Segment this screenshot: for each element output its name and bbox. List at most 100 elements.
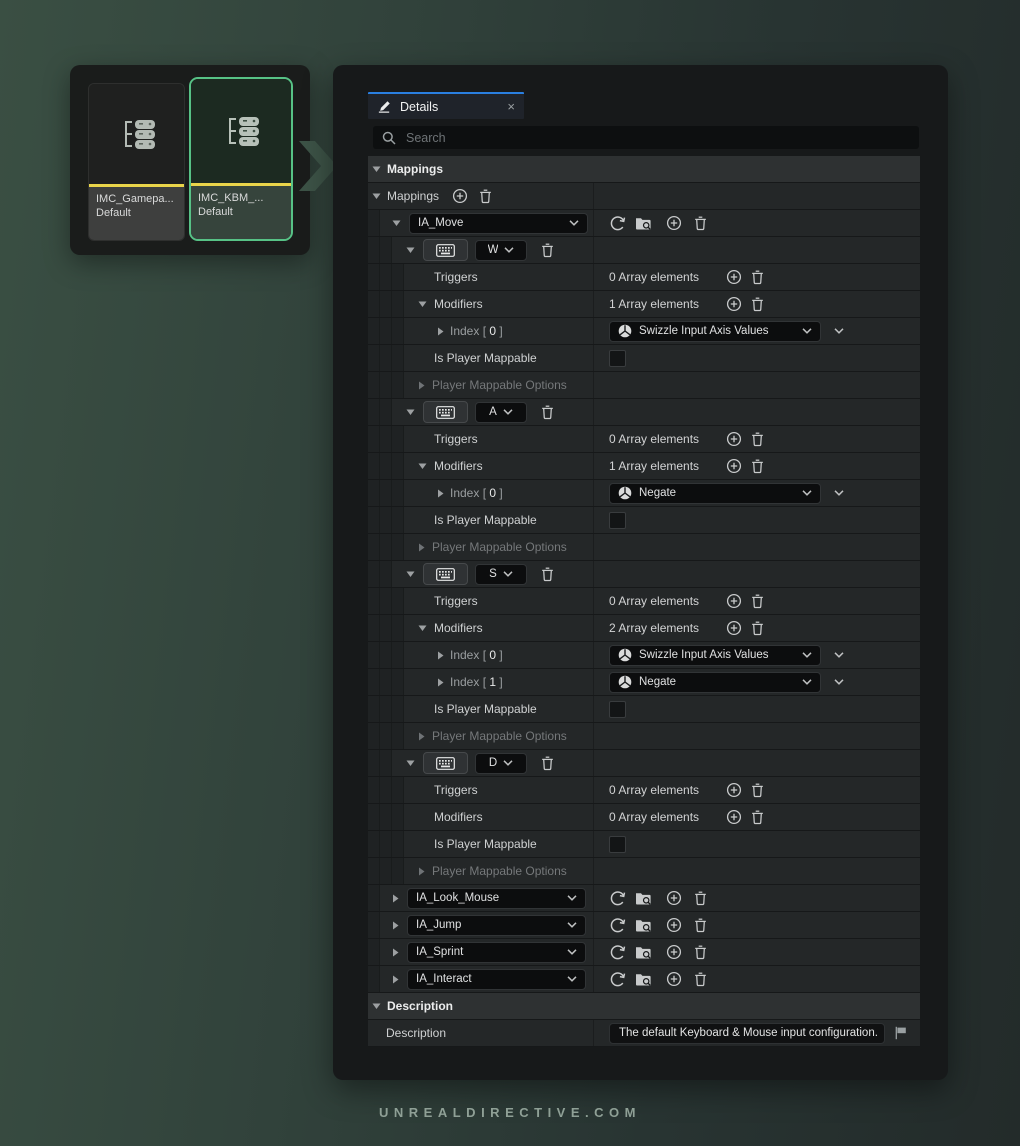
use-selected-asset-button[interactable] — [609, 971, 626, 988]
close-icon[interactable]: × — [507, 100, 515, 113]
delete-mapping-button[interactable] — [694, 891, 707, 906]
array-expander-button[interactable] — [418, 300, 427, 308]
options-expander-button[interactable] — [418, 867, 425, 876]
clear-array-button[interactable] — [751, 783, 764, 798]
key-combobox[interactable]: A — [475, 402, 527, 423]
mapping-expander-button[interactable] — [392, 948, 399, 957]
array-expander-button[interactable] — [418, 624, 427, 632]
add-array-element-button[interactable] — [726, 782, 742, 798]
key-select-button[interactable] — [423, 239, 468, 261]
input-action-combobox[interactable]: IA_Jump — [407, 915, 586, 936]
mapping-expander-button[interactable] — [392, 921, 399, 930]
add-array-element-button[interactable] — [726, 620, 742, 636]
options-expander-button[interactable] — [418, 732, 425, 741]
key-select-button[interactable] — [423, 401, 468, 423]
expand-details-button[interactable] — [834, 679, 844, 685]
keyboard-icon — [436, 568, 455, 581]
delete-key-button[interactable] — [541, 243, 554, 258]
use-selected-asset-button[interactable] — [609, 215, 626, 232]
clear-array-button[interactable] — [751, 270, 764, 285]
delete-mapping-button[interactable] — [694, 945, 707, 960]
index-expander-button[interactable] — [437, 489, 444, 498]
delete-mapping-button[interactable] — [694, 216, 707, 231]
expand-details-button[interactable] — [834, 490, 844, 496]
options-expander-button[interactable] — [418, 543, 425, 552]
is-player-mappable-checkbox[interactable] — [609, 350, 626, 367]
mappings-expander-button[interactable] — [372, 192, 381, 200]
modifier-class-combobox[interactable]: Negate — [609, 672, 821, 693]
input-action-combobox[interactable]: IA_Look_Mouse — [407, 888, 586, 909]
key-select-button[interactable] — [423, 563, 468, 585]
delete-key-button[interactable] — [541, 567, 554, 582]
localization-button[interactable] — [894, 1026, 908, 1040]
expand-details-button[interactable] — [834, 328, 844, 334]
input-action-combobox[interactable]: IA_Interact — [407, 969, 586, 990]
use-selected-asset-button[interactable] — [609, 944, 626, 961]
search-input[interactable] — [404, 130, 910, 146]
add-array-element-button[interactable] — [726, 809, 742, 825]
clear-array-button[interactable] — [751, 432, 764, 447]
asset-card-imc-gamepad[interactable]: IMC_Gamepa... Default — [88, 83, 185, 241]
index-expander-button[interactable] — [437, 678, 444, 687]
input-action-combobox[interactable]: IA_Move — [409, 213, 588, 234]
index-expander-button[interactable] — [437, 651, 444, 660]
modifier-class-combobox[interactable]: Swizzle Input Axis Values — [609, 321, 821, 342]
clear-array-button[interactable] — [751, 594, 764, 609]
delete-mapping-button[interactable] — [694, 972, 707, 987]
clear-array-button[interactable] — [751, 459, 764, 474]
key-expander-button[interactable] — [406, 570, 415, 578]
use-selected-asset-button[interactable] — [609, 890, 626, 907]
add-key-mapping-button[interactable] — [666, 917, 682, 933]
modifier-class-combobox[interactable]: Negate — [609, 483, 821, 504]
browse-to-asset-button[interactable] — [635, 945, 652, 960]
key-combobox[interactable]: D — [475, 753, 527, 774]
add-key-mapping-button[interactable] — [666, 944, 682, 960]
clear-array-button[interactable] — [751, 621, 764, 636]
key-expander-button[interactable] — [406, 408, 415, 416]
browse-to-asset-button[interactable] — [635, 891, 652, 906]
use-selected-asset-button[interactable] — [609, 917, 626, 934]
is-player-mappable-checkbox[interactable] — [609, 836, 626, 853]
mapping-expander-button[interactable] — [392, 894, 399, 903]
description-field[interactable]: The default Keyboard & Mouse input confi… — [609, 1023, 885, 1044]
add-key-mapping-button[interactable] — [666, 215, 682, 231]
add-key-mapping-button[interactable] — [666, 890, 682, 906]
key-expander-button[interactable] — [406, 246, 415, 254]
category-expander-button[interactable] — [372, 1002, 381, 1010]
add-array-element-button[interactable] — [726, 269, 742, 285]
clear-array-button[interactable] — [751, 297, 764, 312]
is-player-mappable-checkbox[interactable] — [609, 512, 626, 529]
browse-to-asset-button[interactable] — [635, 972, 652, 987]
add-mapping-button[interactable] — [452, 188, 468, 204]
add-array-element-button[interactable] — [726, 593, 742, 609]
triangle-down-icon — [392, 219, 401, 227]
input-action-combobox[interactable]: IA_Sprint — [407, 942, 586, 963]
key-combobox[interactable]: W — [475, 240, 527, 261]
mapping-expander-button[interactable] — [392, 975, 399, 984]
details-tab[interactable]: Details × — [368, 92, 524, 119]
mapping-expander-button[interactable] — [392, 219, 401, 227]
clear-mappings-button[interactable] — [479, 189, 492, 204]
options-expander-button[interactable] — [418, 381, 425, 390]
delete-key-button[interactable] — [541, 405, 554, 420]
key-select-button[interactable] — [423, 752, 468, 774]
expand-details-button[interactable] — [834, 652, 844, 658]
category-expander-button[interactable] — [372, 165, 381, 173]
asset-card-imc-kbm-selected[interactable]: IMC_KBM_... Default — [189, 77, 293, 241]
array-expander-button[interactable] — [418, 462, 427, 470]
plus-circle-icon — [452, 188, 468, 204]
browse-to-asset-button[interactable] — [635, 918, 652, 933]
delete-key-button[interactable] — [541, 756, 554, 771]
delete-mapping-button[interactable] — [694, 918, 707, 933]
modifier-class-combobox[interactable]: Swizzle Input Axis Values — [609, 645, 821, 666]
add-array-element-button[interactable] — [726, 431, 742, 447]
browse-to-asset-button[interactable] — [635, 216, 652, 231]
index-expander-button[interactable] — [437, 327, 444, 336]
add-array-element-button[interactable] — [726, 458, 742, 474]
add-key-mapping-button[interactable] — [666, 971, 682, 987]
is-player-mappable-checkbox[interactable] — [609, 701, 626, 718]
key-combobox[interactable]: S — [475, 564, 527, 585]
key-expander-button[interactable] — [406, 759, 415, 767]
clear-array-button[interactable] — [751, 810, 764, 825]
add-array-element-button[interactable] — [726, 296, 742, 312]
